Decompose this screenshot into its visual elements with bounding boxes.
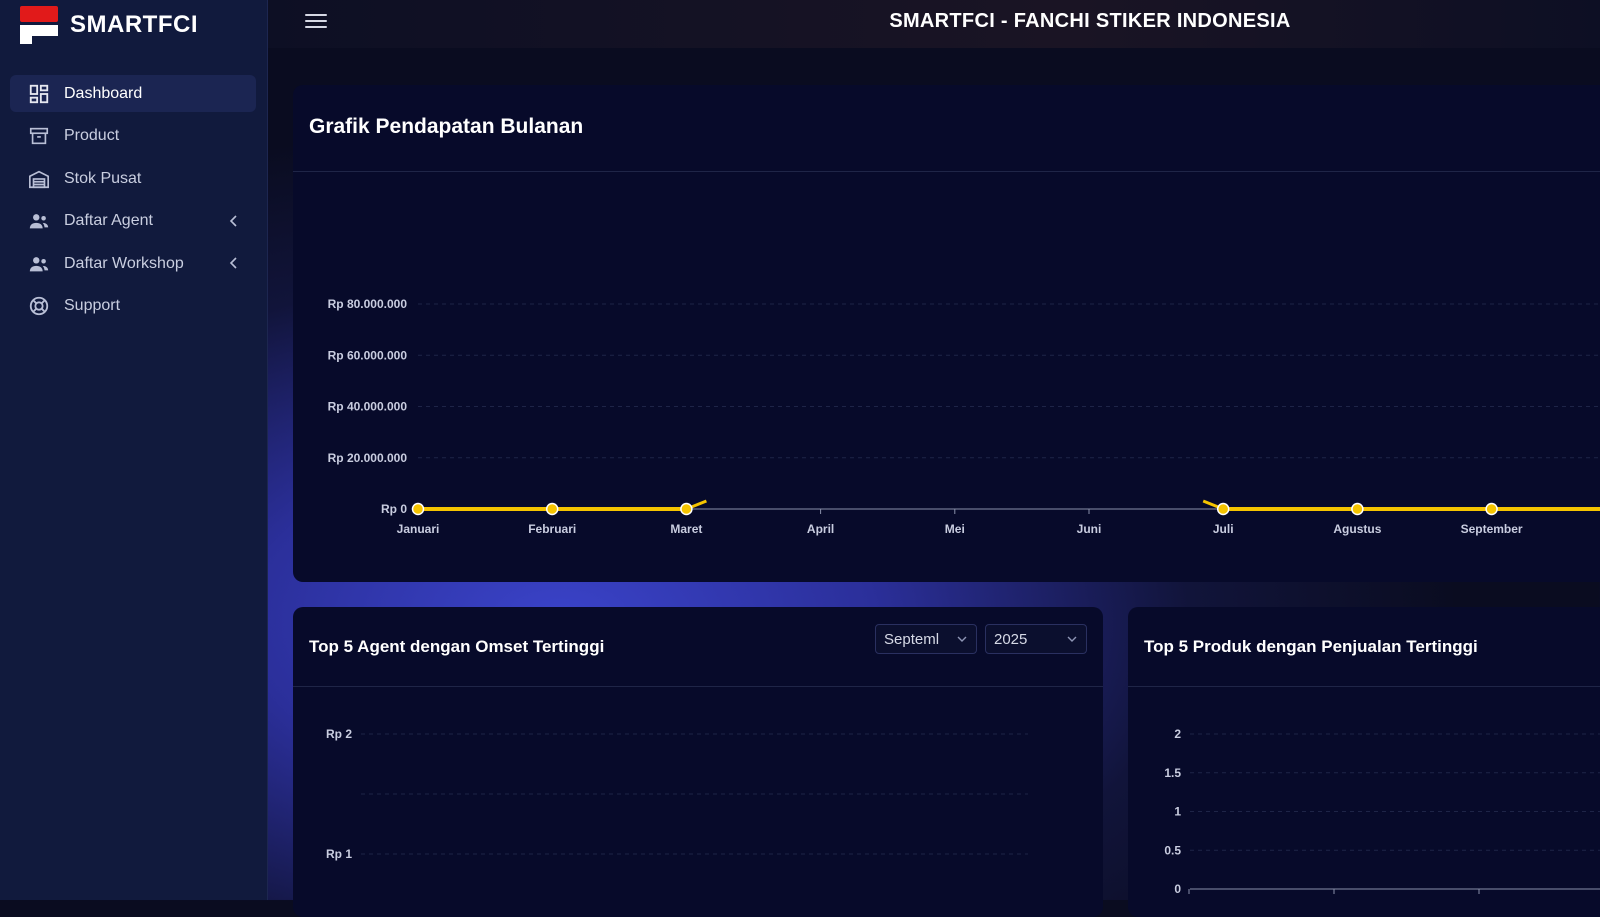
y-tick-label: 2 [1174,727,1181,741]
revenue-line-chart: Rp 0 Rp 20.000.000 Rp 40.000.000 Rp 60.000.… [328,297,1600,536]
top-agent-bar-chart: Rp 1 Rp 2 [326,727,1028,861]
sidebar-item-product[interactable]: Product [10,118,256,155]
y-tick-label: 1 [1174,805,1181,819]
card-header: Top 5 Agent dengan Omset Tertinggi Septe… [293,607,1103,687]
dashboard-icon [28,83,50,105]
sidebar: SMARTFCI Dashboard Product Stok Pusat Da… [0,0,268,900]
top-agent-card: Top 5 Agent dengan Omset Tertinggi Septe… [293,607,1103,917]
x-tick-label: Agustus [1333,522,1381,536]
sidebar-item-label: Daftar Agent [64,212,153,229]
sidebar-item-label: Dashboard [64,84,143,102]
data-point [545,502,559,516]
sidebar-item-label: Support [64,297,121,314]
warehouse-icon [28,168,50,190]
chevron-left-icon[interactable] [226,255,242,271]
card-title: Grafik Pendapatan Bulanan [309,115,584,138]
brand[interactable]: SMARTFCI [20,4,198,46]
x-tick-label: September [1461,522,1523,536]
y-tick-label: Rp 20.000.000 [328,451,408,465]
sidebar-item-label: Product [64,127,120,144]
hamburger-icon[interactable] [305,14,327,32]
chevron-left-icon[interactable] [226,213,242,229]
top-product-bar-chart: 0 0.5 1 1.5 2 [1164,727,1600,896]
data-point [1351,502,1364,516]
top-product-card: Top 5 Produk dengan Penjualan Tertinggi … [1128,607,1600,917]
y-tick-label: 0.5 [1164,843,1181,857]
page-title: SMARTFCI - FANCHI STIKER INDONESIA [889,10,1291,32]
y-tick-label: 1.5 [1164,766,1181,780]
sidebar-item-label: Daftar Workshop [64,254,184,272]
x-tick-label: Juni [1077,522,1102,536]
sidebar-item-label: Stok Pusat [64,169,142,187]
x-tick-label: Juli [1213,522,1234,536]
users-icon [28,253,50,275]
sidebar-item-stok-pusat[interactable]: Stok Pusat [10,160,256,197]
card-header: Grafik Pendapatan Bulanan [293,85,1600,172]
card-title: Top 5 Agent dengan Omset Tertinggi [309,637,605,656]
data-point [680,502,693,516]
card-header: Top 5 Produk dengan Penjualan Tertinggi [1128,607,1600,687]
data-point [411,502,425,516]
year-select[interactable]: 2025 [985,624,1087,654]
y-tick-label: Rp 40.000.000 [328,400,408,414]
x-tick-label: Maret [670,522,702,536]
brand-name: SMARTFCI [70,11,198,38]
x-tick-label: Februari [528,522,576,536]
archive-icon [28,125,50,147]
chevron-down-icon [957,636,967,642]
users-icon [28,210,50,232]
month-select-value: Septeml [884,630,940,648]
y-tick-label: Rp 80.000.000 [328,297,408,311]
month-select[interactable]: Septeml [875,624,977,654]
y-tick-label: Rp 2 [326,727,352,741]
lifebuoy-icon [28,295,50,317]
card-title: Top 5 Produk dengan Penjualan Tertinggi [1144,637,1478,656]
y-tick-label: Rp 60.000.000 [328,348,408,362]
y-tick-label: Rp 1 [326,847,352,861]
y-tick-label: 0 [1174,882,1181,896]
x-tick-label: April [807,522,834,536]
sidebar-nav: Dashboard Product Stok Pusat Daftar Agen… [10,75,256,330]
data-point [1485,502,1498,516]
year-select-value: 2025 [994,630,1028,648]
x-tick-label: Januari [397,522,440,536]
sidebar-item-support[interactable]: Support [10,288,256,325]
x-tick-label: Mei [945,522,965,536]
data-point [1216,502,1230,516]
sidebar-item-daftar-workshop[interactable]: Daftar Workshop [10,245,256,282]
sidebar-item-dashboard[interactable]: Dashboard [10,75,256,112]
y-tick-label: Rp 0 [381,502,407,516]
revenue-chart-card: Grafik Pendapatan Bulanan Rp 0 Rp 20.000.… [293,85,1600,582]
sidebar-item-daftar-agent[interactable]: Daftar Agent [10,203,256,240]
chevron-down-icon [1067,636,1077,642]
brand-logo [20,6,58,44]
